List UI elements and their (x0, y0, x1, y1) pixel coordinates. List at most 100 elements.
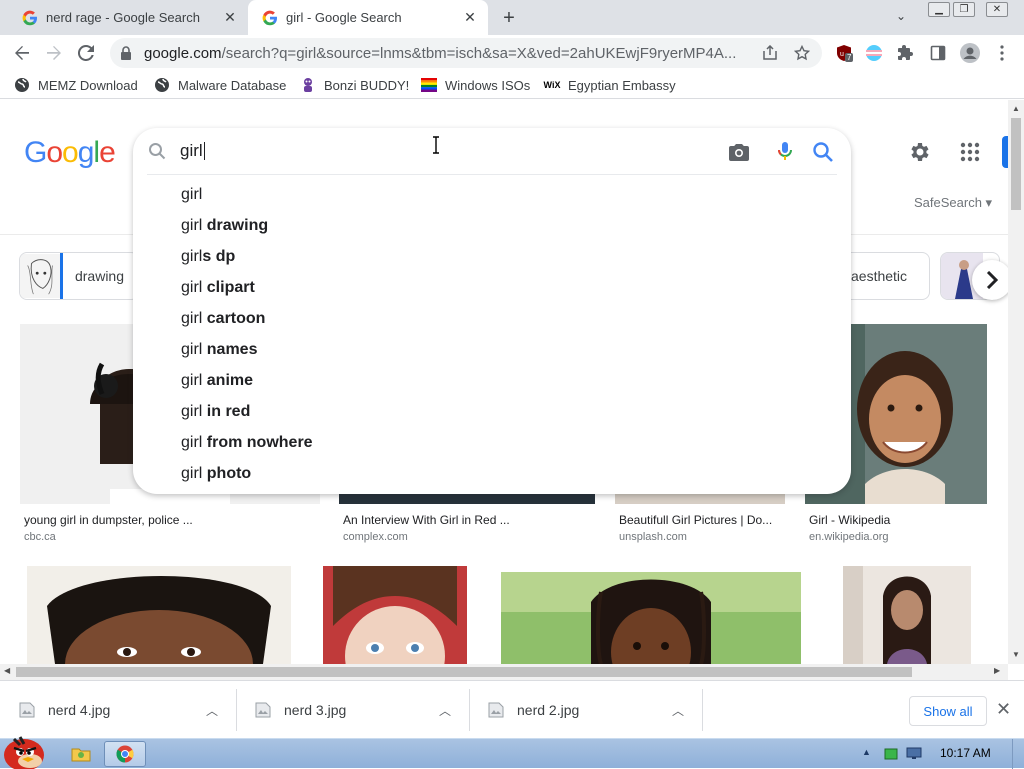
suggestion-item[interactable]: girl from nowhere (181, 427, 821, 458)
tab-title: girl - Google Search (286, 10, 402, 25)
google-favicon-icon (22, 10, 37, 25)
image-caption[interactable]: young girl in dumpster, police ... (24, 513, 193, 527)
pride-extension-icon[interactable] (864, 43, 884, 63)
suggestion-item[interactable]: girl in red (181, 396, 821, 427)
tab-girl[interactable]: girl - Google Search ✕ (248, 0, 488, 35)
google-logo[interactable]: Google (24, 136, 116, 170)
suggestion-item[interactable]: girl cartoon (181, 303, 821, 334)
search-submit-icon[interactable] (811, 140, 835, 164)
safesearch-label: SafeSearch (914, 195, 982, 210)
minimize-button[interactable]: ▁ (928, 2, 950, 17)
suggestion-item[interactable]: girl names (181, 334, 821, 365)
restore-button[interactable]: ❐ (953, 2, 975, 17)
bookmark-windows-isos[interactable]: Windows ISOs (421, 76, 530, 94)
side-panel-icon[interactable] (928, 43, 948, 63)
download-filename: nerd 2.jpg (517, 702, 580, 718)
taskbar-chrome[interactable] (104, 741, 146, 767)
taskbar-explorer[interactable] (60, 741, 102, 767)
reload-icon (78, 45, 94, 61)
suggestion-item[interactable]: girl s dp (181, 241, 821, 272)
google-favicon-icon (262, 10, 277, 25)
extensions-puzzle-icon[interactable] (896, 43, 916, 63)
scroll-right-arrow-icon[interactable]: ▶ (994, 666, 1000, 675)
download-item[interactable]: nerd 4.jpg ︿ (0, 689, 236, 731)
download-item[interactable]: nerd 3.jpg ︿ (236, 689, 469, 731)
chevron-up-icon[interactable]: ︿ (672, 702, 684, 719)
tab-strip: nerd rage - Google Search ✕ girl - Googl… (0, 0, 1024, 35)
chips-next-button[interactable] (972, 260, 1008, 300)
chrome-icon (116, 745, 134, 763)
downloads-bar: nerd 4.jpg ︿ nerd 3.jpg ︿ nerd 2.jpg ︿ S… (0, 680, 1024, 738)
search-box-dropdown: girl girl drawing girls dp girl clipart … (133, 128, 851, 494)
result-image (323, 566, 467, 664)
profile-avatar-icon[interactable] (960, 43, 980, 63)
show-desktop-button[interactable] (1012, 739, 1024, 769)
bookmark-memz-download[interactable]: MEMZ Download (14, 76, 138, 94)
close-icon[interactable]: ✕ (460, 8, 480, 28)
network-icon[interactable] (906, 746, 922, 760)
image-source[interactable]: cbc.ca (24, 531, 56, 543)
vertical-scrollbar[interactable]: ▲ ▼ (1008, 100, 1024, 664)
chevron-up-icon[interactable]: ︿ (439, 702, 451, 719)
divider (147, 174, 837, 175)
suggestion-item[interactable]: girl clipart (181, 272, 821, 303)
suggestion-item[interactable]: girl (181, 179, 821, 210)
microphone-icon[interactable] (773, 139, 797, 163)
close-icon[interactable]: ✕ (220, 8, 240, 28)
scrollbar-thumb[interactable] (16, 667, 912, 677)
share-icon[interactable] (760, 43, 780, 63)
apps-grid-icon[interactable] (958, 140, 982, 164)
bookmark-star-icon[interactable] (792, 43, 812, 63)
image-file-icon (488, 702, 504, 718)
image-caption[interactable]: Girl - Wikipedia (809, 513, 890, 527)
image-file-icon (19, 702, 35, 718)
bookmark-egyptian-embassy[interactable]: WiX Egyptian Embassy (544, 76, 676, 94)
scrollbar-thumb[interactable] (1011, 118, 1021, 210)
horizontal-scrollbar[interactable]: ◀ ▶ (0, 664, 1008, 680)
image-caption[interactable]: Beautifull Girl Pictures | Do... (619, 513, 772, 527)
scroll-up-arrow-icon[interactable]: ▲ (1011, 104, 1021, 113)
suggestion-item[interactable]: girl drawing (181, 210, 821, 241)
window-close-button[interactable]: ✕ (986, 2, 1008, 17)
taskbar-clock[interactable]: 10:17 AM (940, 746, 991, 760)
address-bar[interactable]: google.com/search?q=girl&source=lnms&tbm… (110, 38, 822, 68)
tab-nerd-rage[interactable]: nerd rage - Google Search ✕ (8, 0, 248, 35)
battery-icon[interactable] (884, 747, 898, 761)
tray-expand-icon[interactable]: ▲ (862, 747, 871, 757)
bookmark-bonzi-buddy[interactable]: Bonzi BUDDY! (300, 76, 409, 94)
scroll-down-arrow-icon[interactable]: ▼ (1011, 650, 1021, 659)
close-icon[interactable]: ✕ (996, 699, 1011, 720)
menu-kebab-icon[interactable] (992, 43, 1012, 63)
forward-button[interactable] (42, 41, 66, 65)
result-image (27, 566, 291, 664)
chip-drawing[interactable]: drawing (19, 252, 139, 300)
globe-icon (154, 77, 170, 93)
safesearch-dropdown[interactable]: SafeSearch ▾ (914, 195, 992, 211)
start-button-angry-bird-icon[interactable] (0, 731, 52, 769)
download-item[interactable]: nerd 2.jpg ︿ (469, 689, 702, 731)
scroll-left-arrow-icon[interactable]: ◀ (4, 666, 10, 675)
bookmark-label: Windows ISOs (445, 77, 531, 93)
back-button[interactable] (10, 41, 34, 65)
download-filename: nerd 3.jpg (284, 702, 347, 718)
bookmark-malware-database[interactable]: Malware Database (154, 76, 286, 94)
browser-toolbar: google.com/search?q=girl&source=lnms&tbm… (0, 35, 1024, 71)
result-image (843, 566, 971, 664)
show-all-downloads-button[interactable]: Show all (909, 696, 987, 726)
tab-search-chevron-icon[interactable]: ⌄ (896, 9, 906, 23)
image-source[interactable]: complex.com (343, 531, 408, 543)
reload-button[interactable] (74, 41, 98, 65)
image-source[interactable]: en.wikipedia.org (809, 531, 889, 543)
camera-lens-search-icon[interactable] (727, 140, 751, 164)
text-caret (204, 142, 205, 160)
bookmark-label: MEMZ Download (38, 77, 138, 93)
chevron-up-icon[interactable]: ︿ (206, 702, 218, 719)
settings-gear-icon[interactable] (907, 140, 931, 164)
image-caption[interactable]: An Interview With Girl in Red ... (343, 513, 510, 527)
suggestion-item[interactable]: girl photo (181, 458, 821, 489)
ublock-extension-icon[interactable]: u 7 (834, 43, 854, 63)
new-tab-button[interactable]: + (498, 7, 520, 29)
lock-icon[interactable] (120, 46, 134, 60)
suggestion-item[interactable]: girl anime (181, 365, 821, 396)
image-source[interactable]: unsplash.com (619, 531, 687, 543)
